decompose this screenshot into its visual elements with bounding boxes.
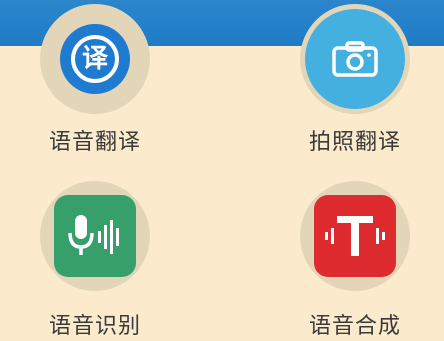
photo-translate-label: 拍照翻译	[308, 130, 401, 155]
voice-recognition-label: 语音识别	[48, 314, 141, 339]
icon-ring: 译	[40, 4, 150, 114]
tts-glyph	[325, 216, 385, 256]
text-to-speech-icon	[314, 195, 396, 277]
icon-ring	[300, 181, 410, 291]
icon-ring	[300, 4, 410, 114]
icon-ring	[40, 181, 150, 291]
speech-synthesis-label: 语音合成	[308, 314, 401, 339]
camera-glyph	[332, 41, 378, 77]
translate-glyph: 译	[71, 35, 119, 83]
translate-icon: 译	[60, 24, 130, 94]
camera-icon	[305, 9, 405, 109]
microphone-glyph	[68, 215, 119, 255]
voice-translate-label: 语音翻译	[48, 130, 141, 155]
microphone-wave-icon	[54, 195, 136, 277]
